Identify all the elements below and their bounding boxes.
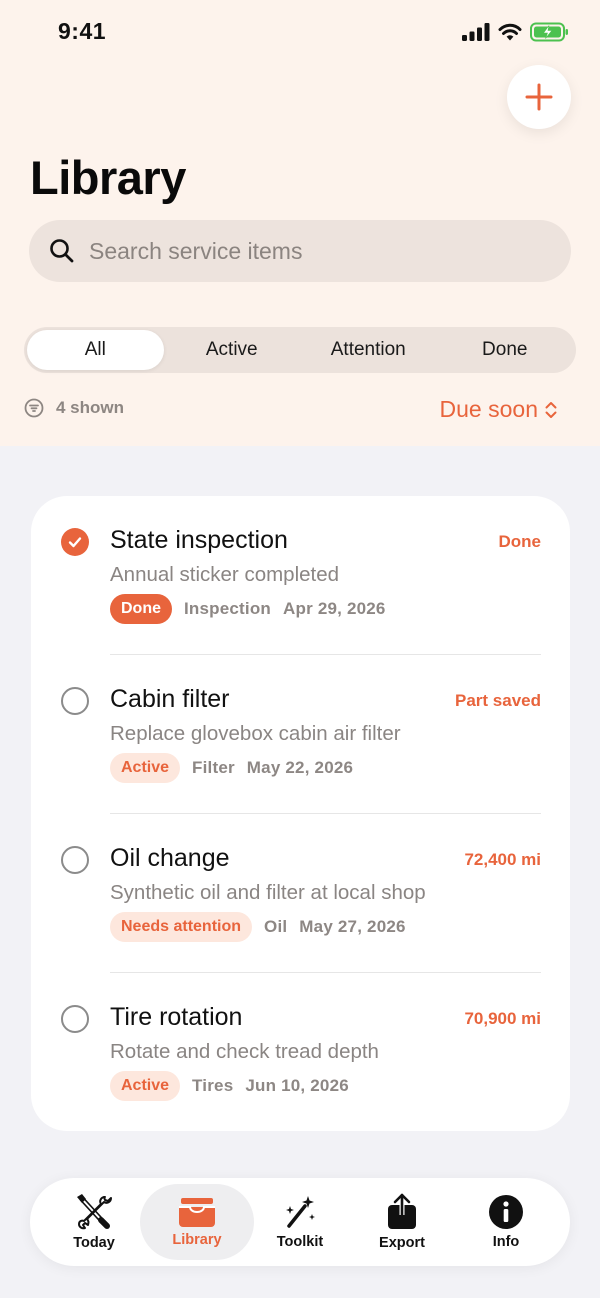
tab-export[interactable]: Export xyxy=(350,1184,454,1260)
tray-icon xyxy=(179,1198,215,1227)
filter-list-icon xyxy=(24,398,44,418)
tab-label: Library xyxy=(172,1232,222,1248)
list-item[interactable]: Tire rotation 70,900 mi Rotate and check… xyxy=(31,973,570,1132)
item-subtitle: Replace glovebox cabin air filter xyxy=(110,722,401,745)
service-items-list: State inspection Done Annual sticker com… xyxy=(31,496,570,1131)
filter-all[interactable]: All xyxy=(27,330,164,370)
signal-icon xyxy=(462,23,490,41)
sort-label: Due soon xyxy=(439,396,538,422)
status-badge: Active xyxy=(110,753,181,783)
status-badge: Needs attention xyxy=(110,912,253,942)
tab-label: Export xyxy=(379,1235,425,1251)
tab-label: Today xyxy=(73,1235,115,1251)
checkbox-unchecked[interactable] xyxy=(61,1005,89,1033)
battery-charging-icon xyxy=(530,22,568,42)
tab-bar: Today Library Toolkit Export Info xyxy=(30,1178,570,1266)
checkbox-unchecked[interactable] xyxy=(61,687,89,715)
shown-count-row: 4 shown xyxy=(24,398,124,418)
add-item-button[interactable] xyxy=(507,65,571,129)
checkbox-checked[interactable] xyxy=(61,528,89,556)
filter-segmented-control: All Active Attention Done xyxy=(24,327,576,373)
page-title: Library xyxy=(30,151,186,204)
tab-today[interactable]: Today xyxy=(42,1184,146,1260)
magic-wand-icon xyxy=(286,1196,315,1228)
item-date: Apr 29, 2026 xyxy=(283,599,386,618)
info-icon xyxy=(489,1195,523,1229)
item-date: May 22, 2026 xyxy=(246,758,354,777)
item-category: Tires xyxy=(192,1076,234,1095)
share-icon xyxy=(388,1193,416,1229)
checkbox-unchecked[interactable] xyxy=(61,846,89,874)
wifi-icon xyxy=(498,23,522,41)
item-tags: Active Tires Jun 10, 2026 xyxy=(110,1071,349,1101)
status-badge: Done xyxy=(110,594,172,624)
item-right-label: Done xyxy=(498,532,542,551)
item-title: State inspection xyxy=(110,526,288,554)
checkmark-icon xyxy=(68,537,82,548)
search-input[interactable] xyxy=(89,237,529,265)
filter-active[interactable]: Active xyxy=(164,330,301,370)
item-subtitle: Rotate and check tread depth xyxy=(110,1040,379,1063)
filter-done[interactable]: Done xyxy=(437,330,574,370)
plus-icon xyxy=(525,83,553,111)
tab-label: Info xyxy=(492,1234,520,1250)
tab-label: Toolkit xyxy=(276,1234,324,1250)
item-title: Cabin filter xyxy=(110,685,230,713)
list-item[interactable]: State inspection Done Annual sticker com… xyxy=(31,496,570,655)
list-item[interactable]: Oil change 72,400 mi Synthetic oil and f… xyxy=(31,814,570,973)
item-right-label: Part saved xyxy=(455,691,541,710)
search-icon xyxy=(50,239,74,263)
item-date: Jun 10, 2026 xyxy=(245,1076,349,1095)
tab-library[interactable]: Library xyxy=(140,1184,254,1260)
filter-attention[interactable]: Attention xyxy=(300,330,437,370)
item-date: May 27, 2026 xyxy=(299,917,406,936)
status-badge: Active xyxy=(110,1071,181,1101)
item-title: Oil change xyxy=(110,844,230,872)
item-tags: Needs attention Oil May 27, 2026 xyxy=(110,912,406,942)
item-category: Filter xyxy=(192,758,235,777)
item-tags: Active Filter May 22, 2026 xyxy=(110,753,353,783)
item-category: Inspection xyxy=(184,599,272,618)
tab-info[interactable]: Info xyxy=(454,1184,558,1260)
item-subtitle: Annual sticker completed xyxy=(110,563,340,586)
item-subtitle: Synthetic oil and filter at local shop xyxy=(110,881,426,904)
list-item[interactable]: Cabin filter Part saved Replace glovebox… xyxy=(31,655,570,814)
item-title: Tire rotation xyxy=(110,1003,243,1031)
item-right-label: 72,400 mi xyxy=(464,850,541,869)
item-right-label: 70,900 mi xyxy=(464,1009,541,1028)
item-category: Oil xyxy=(264,917,288,936)
tools-icon xyxy=(77,1194,112,1230)
status-time: 9:41 xyxy=(58,18,107,44)
sort-menu-button[interactable]: Due soon xyxy=(440,396,558,423)
tab-toolkit[interactable]: Toolkit xyxy=(248,1184,352,1260)
shown-count: 4 shown xyxy=(56,398,125,417)
item-tags: Done Inspection Apr 29, 2026 xyxy=(110,594,386,624)
chevron-up-down-icon xyxy=(545,401,557,418)
status-icons xyxy=(462,22,570,42)
search-bar[interactable] xyxy=(29,220,571,282)
